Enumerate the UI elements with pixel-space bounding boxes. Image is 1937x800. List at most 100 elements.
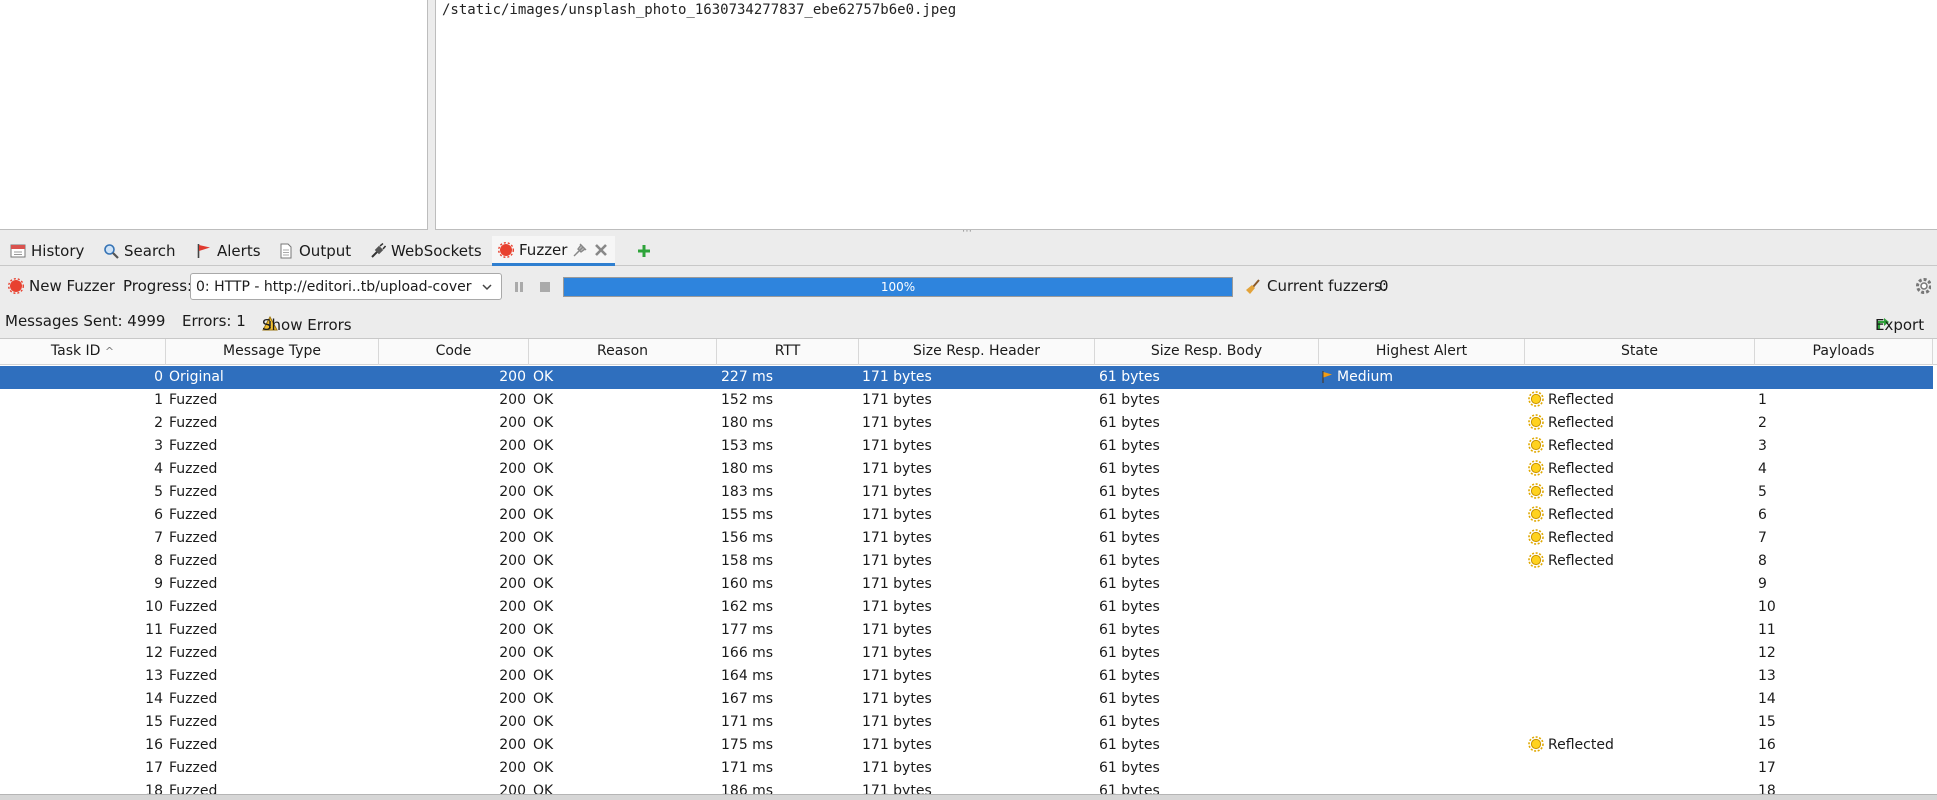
column-header-code[interactable]: Code (379, 339, 529, 365)
column-header-highest-alert[interactable]: Highest Alert (1319, 339, 1525, 365)
progress-select[interactable]: 0: HTTP - http://editori..tb/upload-cove… (190, 273, 502, 300)
table-row[interactable]: 8 Fuzzed 200 OK 158 ms 171 bytes 61 bytes Refle… (0, 550, 1933, 573)
highest-alert-cell: Medium (1321, 366, 1521, 389)
add-tab-button[interactable] (630, 236, 658, 266)
table-row[interactable]: 15 Fuzzed 200 OK 171 ms 171 bytes 61 bytes 15 (0, 711, 1933, 734)
task-id-cell: 1 (154, 392, 163, 408)
message-type-cell: Fuzzed (169, 760, 218, 776)
message-type-cell: Fuzzed (169, 668, 218, 684)
message-type-cell: Fuzzed (169, 438, 218, 454)
size-resp-header-cell: 171 bytes (862, 369, 932, 385)
payloads-cell: 8 (1758, 553, 1767, 569)
state-cell (1528, 642, 1752, 665)
task-id-cell: 3 (154, 438, 163, 454)
highest-alert-cell (1321, 389, 1521, 412)
table-row[interactable]: 17 Fuzzed 200 OK 171 ms 171 bytes 61 bytes 17 (0, 757, 1933, 780)
code-cell: 200 (499, 484, 526, 500)
highest-alert-cell (1321, 711, 1521, 734)
fuzzer-toolbar: New Fuzzer Progress: 0: HTTP - http://ed… (0, 270, 1937, 304)
message-type-cell: Fuzzed (169, 507, 218, 523)
split-pane-grip[interactable]: ⋯ (962, 227, 973, 237)
task-id-cell: 7 (154, 530, 163, 546)
code-cell: 200 (499, 714, 526, 730)
state-cell: Reflected (1528, 412, 1752, 435)
tab-websockets[interactable]: WebSockets (364, 236, 488, 266)
size-resp-body-cell: 61 bytes (1099, 369, 1160, 385)
payloads-cell: 7 (1758, 530, 1767, 546)
table-row[interactable]: 14 Fuzzed 200 OK 167 ms 171 bytes 61 bytes 14 (0, 688, 1933, 711)
reason-cell: OK (533, 553, 554, 569)
response-pane[interactable]: /static/images/unsplash_photo_1630734277… (435, 0, 1937, 230)
message-type-cell: Fuzzed (169, 530, 218, 546)
table-row[interactable]: 16 Fuzzed 200 OK 175 ms 171 bytes 61 bytes Refl… (0, 734, 1933, 757)
table-row[interactable]: 6 Fuzzed 200 OK 155 ms 171 bytes 61 bytes Refle… (0, 504, 1933, 527)
highest-alert-cell (1321, 780, 1521, 794)
close-icon[interactable] (593, 242, 609, 258)
tab-alerts[interactable]: Alerts (190, 236, 267, 266)
size-resp-header-cell: 171 bytes (862, 553, 932, 569)
tab-alerts-label: Alerts (217, 242, 261, 260)
table-row[interactable]: 9 Fuzzed 200 OK 160 ms 171 bytes 61 bytes 9 (0, 573, 1933, 596)
state-cell (1528, 711, 1752, 734)
reason-cell: OK (533, 737, 554, 753)
pin-icon[interactable] (572, 242, 588, 258)
column-header-task-id[interactable]: Task ID ^ (0, 339, 166, 365)
column-header-state[interactable]: State (1525, 339, 1755, 365)
history-icon (10, 243, 26, 259)
highest-alert-cell (1321, 527, 1521, 550)
rtt-cell: 175 ms (721, 737, 774, 753)
tab-history[interactable]: History (4, 236, 90, 266)
size-resp-body-cell: 61 bytes (1099, 737, 1160, 753)
table-row[interactable]: 3 Fuzzed 200 OK 153 ms 171 bytes 61 bytes Refle… (0, 435, 1933, 458)
reason-cell: OK (533, 599, 554, 615)
sun-icon (1528, 437, 1544, 458)
new-fuzzer-button[interactable]: New Fuzzer (8, 277, 115, 295)
tab-search[interactable]: Search (97, 236, 182, 266)
state-cell (1528, 619, 1752, 642)
column-header-rtt[interactable]: RTT (717, 339, 859, 365)
reason-cell: OK (533, 392, 554, 408)
code-cell: 200 (499, 438, 526, 454)
gear-icon[interactable] (1915, 278, 1931, 294)
state-cell (1528, 757, 1752, 780)
table-row[interactable]: 0 Original 200 OK 227 ms 171 bytes 61 bytes Med… (0, 366, 1933, 389)
size-resp-body-cell: 61 bytes (1099, 553, 1160, 569)
column-header-message-type[interactable]: Message Type (166, 339, 379, 365)
table-row[interactable]: 13 Fuzzed 200 OK 164 ms 171 bytes 61 bytes 13 (0, 665, 1933, 688)
size-resp-body-cell: 61 bytes (1099, 668, 1160, 684)
table-row[interactable]: 18 Fuzzed 200 OK 186 ms 171 bytes 61 bytes 18 (0, 780, 1933, 794)
table-row[interactable]: 4 Fuzzed 200 OK 180 ms 171 bytes 61 bytes Refle… (0, 458, 1933, 481)
task-id-cell: 4 (154, 461, 163, 477)
table-row[interactable]: 2 Fuzzed 200 OK 180 ms 171 bytes 61 bytes Refle… (0, 412, 1933, 435)
code-cell: 200 (499, 369, 526, 385)
tab-fuzzer[interactable]: Fuzzer (492, 236, 616, 266)
task-id-cell: 17 (145, 760, 163, 776)
payloads-cell: 14 (1758, 691, 1776, 707)
reason-cell: OK (533, 668, 554, 684)
size-resp-header-cell: 171 bytes (862, 530, 932, 546)
message-type-cell: Fuzzed (169, 783, 218, 794)
column-header-size-resp-body[interactable]: Size Resp. Body (1095, 339, 1319, 365)
size-resp-body-cell: 61 bytes (1099, 714, 1160, 730)
request-pane[interactable] (0, 0, 428, 230)
fuzz-results-table: Task ID ^ Message Type Code Reason RTT S… (0, 338, 1937, 794)
column-header-size-resp-header[interactable]: Size Resp. Header (859, 339, 1095, 365)
flag-icon (196, 243, 212, 259)
column-header-reason[interactable]: Reason (529, 339, 717, 365)
payloads-cell: 11 (1758, 622, 1776, 638)
size-resp-body-cell: 61 bytes (1099, 599, 1160, 615)
table-row[interactable]: 7 Fuzzed 200 OK 156 ms 171 bytes 61 bytes Refle… (0, 527, 1933, 550)
table-row[interactable]: 11 Fuzzed 200 OK 177 ms 171 bytes 61 bytes 11 (0, 619, 1933, 642)
table-row[interactable]: 1 Fuzzed 200 OK 152 ms 171 bytes 61 bytes Refle… (0, 389, 1933, 412)
stop-icon[interactable] (537, 279, 553, 295)
table-row[interactable]: 10 Fuzzed 200 OK 162 ms 171 bytes 61 bytes 10 (0, 596, 1933, 619)
pause-icon[interactable] (511, 279, 527, 295)
column-header-payloads[interactable]: Payloads (1755, 339, 1933, 365)
highest-alert-cell (1321, 596, 1521, 619)
table-row[interactable]: 12 Fuzzed 200 OK 166 ms 171 bytes 61 bytes 12 (0, 642, 1933, 665)
tab-output[interactable]: Output (272, 236, 357, 266)
errors-text: Errors: 1 (182, 312, 246, 330)
fuzzer-icon (8, 278, 24, 294)
size-resp-header-cell: 171 bytes (862, 760, 932, 776)
table-row[interactable]: 5 Fuzzed 200 OK 183 ms 171 bytes 61 bytes Refle… (0, 481, 1933, 504)
